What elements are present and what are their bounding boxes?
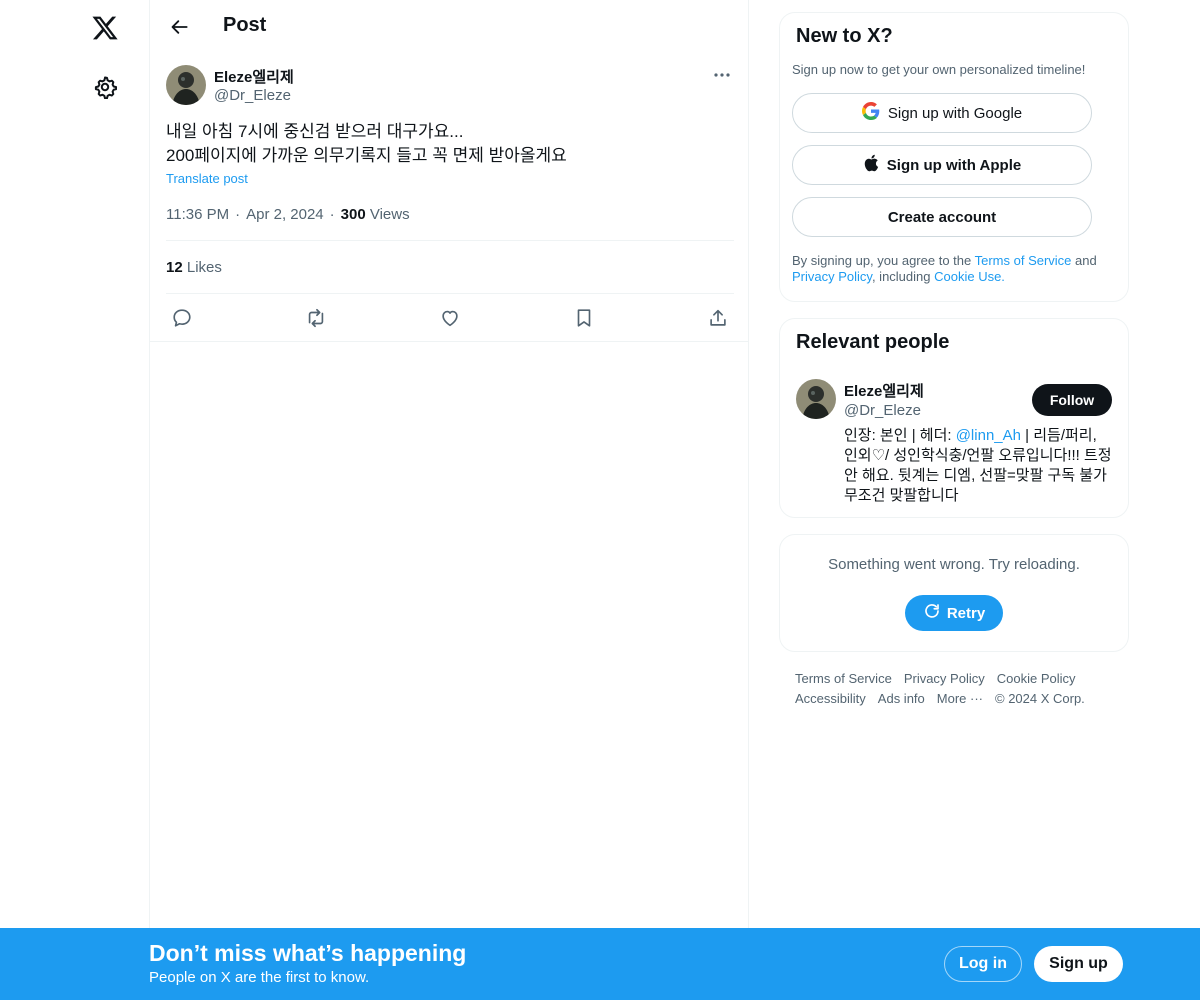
signup-legal-text: By signing up, you agree to the Terms of… [792, 253, 1122, 285]
gear-icon[interactable] [84, 66, 126, 108]
banner-title: Don’t miss what’s happening [149, 940, 467, 966]
views-count: 300 [340, 206, 366, 223]
post-date[interactable]: Apr 2, 2024 [246, 206, 324, 223]
post-text-line: 200페이지에 가까운 의무기록지 들고 꼭 면제 받아올게요 [166, 146, 567, 165]
retry-button[interactable]: Retry [905, 595, 1003, 631]
footer-accessibility-link[interactable]: Accessibility [795, 691, 866, 706]
signup-card: New to X? Sign up now to get your own pe… [779, 12, 1129, 302]
terms-link[interactable]: Terms of Service [975, 253, 1072, 268]
person-handle[interactable]: @Dr_Eleze [844, 402, 921, 419]
footer-privacy-link[interactable]: Privacy Policy [904, 671, 985, 686]
repost-icon[interactable] [300, 304, 332, 332]
post-header: Post [150, 0, 749, 54]
bio-mention-link[interactable]: @linn_Ah [956, 427, 1021, 444]
retry-label: Retry [946, 604, 986, 622]
avatar[interactable] [166, 65, 206, 105]
follow-button[interactable]: Follow [1032, 384, 1112, 416]
post-text: 내일 아침 7시에 중신검 받으러 대구가요... 200페이지에 가까운 의무… [166, 120, 734, 168]
likes-stat[interactable]: 12 Likes [166, 259, 222, 276]
views-label: Views [369, 206, 410, 223]
person-bio: 인장: 본인 | 헤더: @linn_Ah | 리듬/퍼리, 인외♡/ 성인학식… [844, 426, 1114, 506]
left-nav [0, 0, 150, 1000]
post-time[interactable]: 11:36 PM [166, 206, 229, 223]
bio-text: 인장: 본인 | 헤더: [844, 427, 956, 444]
likes-count: 12 [166, 259, 183, 276]
post-meta: 11:36 PM · Apr 2, 2024 · 300 Views [166, 206, 410, 223]
relevant-people-title: Relevant people [796, 331, 950, 353]
person-name[interactable]: Eleze엘리제 [844, 380, 924, 401]
footer-ads-link[interactable]: Ads info [878, 691, 925, 706]
share-icon[interactable] [702, 304, 734, 332]
error-card: Something went wrong. Try reloading. Ret… [779, 534, 1129, 652]
apple-icon [863, 154, 879, 176]
banner-subtitle: People on X are the first to know. [149, 969, 370, 986]
login-button[interactable]: Log in [944, 946, 1022, 982]
signup-banner: Don’t miss what’s happening People on X … [0, 928, 1200, 1000]
cookie-use-link[interactable]: Cookie Use. [934, 269, 1005, 284]
privacy-link[interactable]: Privacy Policy [792, 269, 872, 284]
refresh-icon [923, 602, 941, 624]
error-message: Something went wrong. Try reloading. [828, 556, 1080, 573]
translate-post-link[interactable]: Translate post [166, 171, 248, 186]
relevant-people-card: Relevant people Eleze엘리제 @Dr_Eleze Follo… [779, 318, 1129, 518]
create-account-button[interactable]: Create account [792, 197, 1092, 237]
signup-card-subtitle: Sign up now to get your own personalized… [792, 62, 1086, 77]
post-text-line: 내일 아침 7시에 중신검 받으러 대구가요... [166, 122, 464, 141]
x-logo-icon[interactable] [84, 7, 126, 49]
sign-up-apple-button[interactable]: Sign up with Apple [792, 145, 1092, 185]
likes-label: Likes [186, 259, 222, 276]
avatar[interactable] [796, 379, 836, 419]
footer-cookie-link[interactable]: Cookie Policy [997, 671, 1076, 686]
signup-button[interactable]: Sign up [1034, 946, 1123, 982]
google-icon [861, 102, 880, 124]
reply-icon[interactable] [166, 304, 198, 332]
copyright: © 2024 X Corp. [995, 691, 1085, 706]
divider [166, 293, 734, 294]
bookmark-icon[interactable] [568, 304, 600, 332]
legal-text: By signing up, you agree to the [792, 253, 975, 268]
divider [166, 240, 734, 241]
divider [150, 341, 749, 342]
legal-text: , including [871, 269, 935, 284]
footer-links: Terms of Service Privacy Policy Cookie Pol… [795, 669, 1125, 709]
sign-up-apple-label: Sign up with Apple [886, 156, 1022, 174]
more-options-icon[interactable] [710, 64, 734, 86]
author-name[interactable]: Eleze엘리제 [214, 66, 294, 87]
footer-more-link[interactable]: More ··· [937, 691, 983, 706]
author-handle[interactable]: @Dr_Eleze [214, 87, 291, 104]
page-title: Post [223, 14, 267, 36]
footer-terms-link[interactable]: Terms of Service [795, 671, 892, 686]
back-arrow-icon[interactable] [162, 9, 198, 45]
like-heart-icon[interactable] [434, 304, 466, 332]
signup-card-title: New to X? [796, 25, 893, 47]
sign-up-google-button[interactable]: Sign up with Google [792, 93, 1092, 133]
post-actions [166, 304, 734, 332]
main-column: Post Eleze엘리제 @Dr_Eleze 내일 아침 7시에 중신검 받으… [149, 0, 749, 1000]
legal-text: and [1071, 253, 1097, 268]
sign-up-google-label: Sign up with Google [887, 104, 1023, 122]
